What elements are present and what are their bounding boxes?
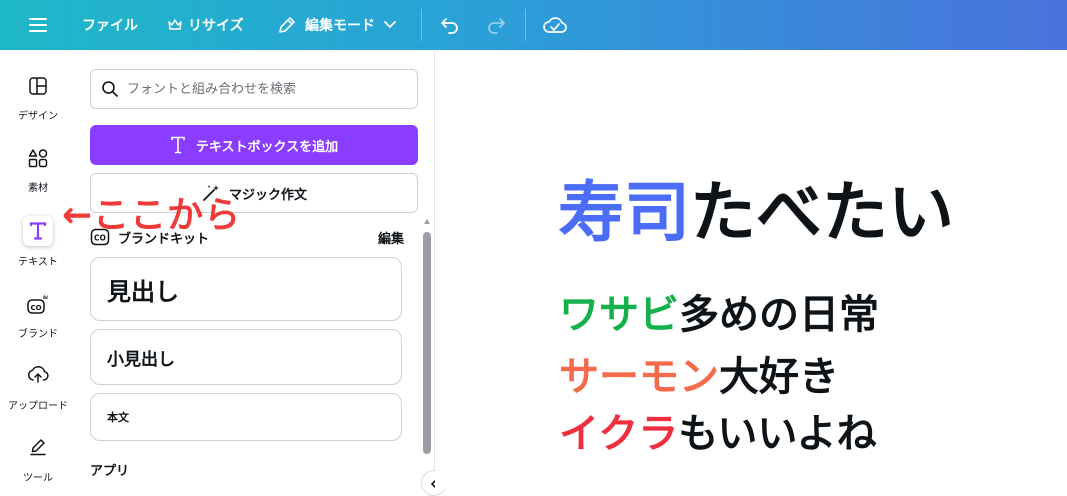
canvas-accent-text: イクラ [559, 411, 679, 457]
apps-section-title: アプリ [90, 464, 130, 479]
svg-text:CO: CO [30, 304, 41, 312]
rail-label: ツール [23, 473, 53, 484]
edit-mode-dropdown[interactable]: 編集モード [277, 0, 397, 50]
shapes-icon [24, 144, 52, 172]
rail-label: デザイン [18, 111, 58, 122]
text-panel: テキストボックスを追加 マジック作文 CO ブランドキット 編集 見出し 小見出… [76, 50, 434, 489]
canvas-text-line[interactable]: ワサビ多めの日常 [559, 295, 879, 335]
font-search-input[interactable] [127, 81, 397, 97]
undo-button[interactable] [440, 0, 460, 50]
canvas-rest-text: たべたい [690, 174, 954, 251]
design-canvas[interactable]: 寿司たべたい ワサビ多めの日常 サーモン大好き イクラもいいよね [435, 50, 1067, 489]
rail-label: 素材 [28, 183, 48, 194]
font-search-box[interactable] [90, 69, 418, 109]
cloud-save-status-button[interactable] [543, 0, 567, 50]
add-textbox-label: テキストボックスを追加 [195, 139, 339, 155]
add-textbox-button[interactable]: テキストボックスを追加 [90, 125, 418, 165]
left-rail: デザイン 素材 テキスト CO ブランド アップロード ツール [0, 50, 76, 489]
pen-tool-icon [24, 432, 52, 460]
edit-mode-label: 編集モード [305, 18, 375, 34]
text-icon [23, 216, 53, 246]
rail-label: ブランド [18, 329, 58, 340]
resize-button[interactable]: リサイズ [168, 0, 244, 50]
subheading-label: 小見出し [107, 349, 175, 370]
text-icon [171, 136, 185, 154]
rail-item-brand[interactable]: CO ブランド [0, 288, 76, 350]
canvas-rest-text: 大好き [719, 354, 839, 400]
canvas-rest-text: もいいよね [678, 411, 877, 457]
canvas-text-line[interactable]: 寿司たべたい [558, 180, 954, 246]
cloud-check-icon [543, 17, 567, 33]
brand-edit-link[interactable]: 編集 [378, 228, 404, 247]
menu-icon[interactable] [28, 0, 48, 50]
scroll-up-arrow-icon[interactable] [423, 216, 431, 226]
arrow-annotation: ←ここから [62, 195, 242, 236]
brand-icon: CO [24, 290, 52, 318]
canvas-text-line[interactable]: サーモン大好き [559, 357, 839, 397]
body-label: 本文 [107, 411, 129, 424]
body-style-card[interactable]: 本文 [90, 393, 402, 441]
heading-style-card[interactable]: 見出し [90, 257, 402, 321]
undo-icon [441, 18, 458, 34]
toolbar-divider [421, 9, 422, 41]
canvas-accent-text: サーモン [559, 354, 719, 400]
toolbar-divider [525, 9, 526, 41]
layout-icon [24, 72, 52, 100]
rail-item-design[interactable]: デザイン [0, 72, 76, 134]
file-menu-label: ファイル [82, 18, 138, 34]
file-menu-button[interactable]: ファイル [82, 0, 138, 50]
canvas-accent-text: 寿司 [558, 174, 690, 251]
chevron-down-icon [384, 21, 396, 29]
redo-button[interactable] [486, 0, 506, 50]
search-icon [102, 81, 118, 97]
pencil-icon [279, 17, 295, 33]
top-toolbar: ファイル リサイズ 編集モード [0, 0, 1067, 50]
redo-icon [488, 18, 505, 34]
crown-icon [168, 19, 182, 30]
subheading-style-card[interactable]: 小見出し [90, 329, 402, 385]
canvas-text-line[interactable]: イクラもいいよね [559, 414, 877, 454]
panel-scrollbar[interactable] [423, 232, 431, 454]
rail-item-uploads[interactable]: アップロード [0, 360, 76, 422]
rail-item-tools[interactable]: ツール [0, 432, 76, 494]
resize-label: リサイズ [188, 18, 244, 34]
rail-label: テキスト [18, 257, 58, 268]
canvas-rest-text: 多めの日常 [679, 292, 879, 338]
rail-label: アップロード [8, 401, 68, 412]
heading-label: 見出し [107, 277, 179, 306]
canvas-accent-text: ワサビ [559, 292, 679, 338]
upload-cloud-icon [24, 360, 52, 388]
